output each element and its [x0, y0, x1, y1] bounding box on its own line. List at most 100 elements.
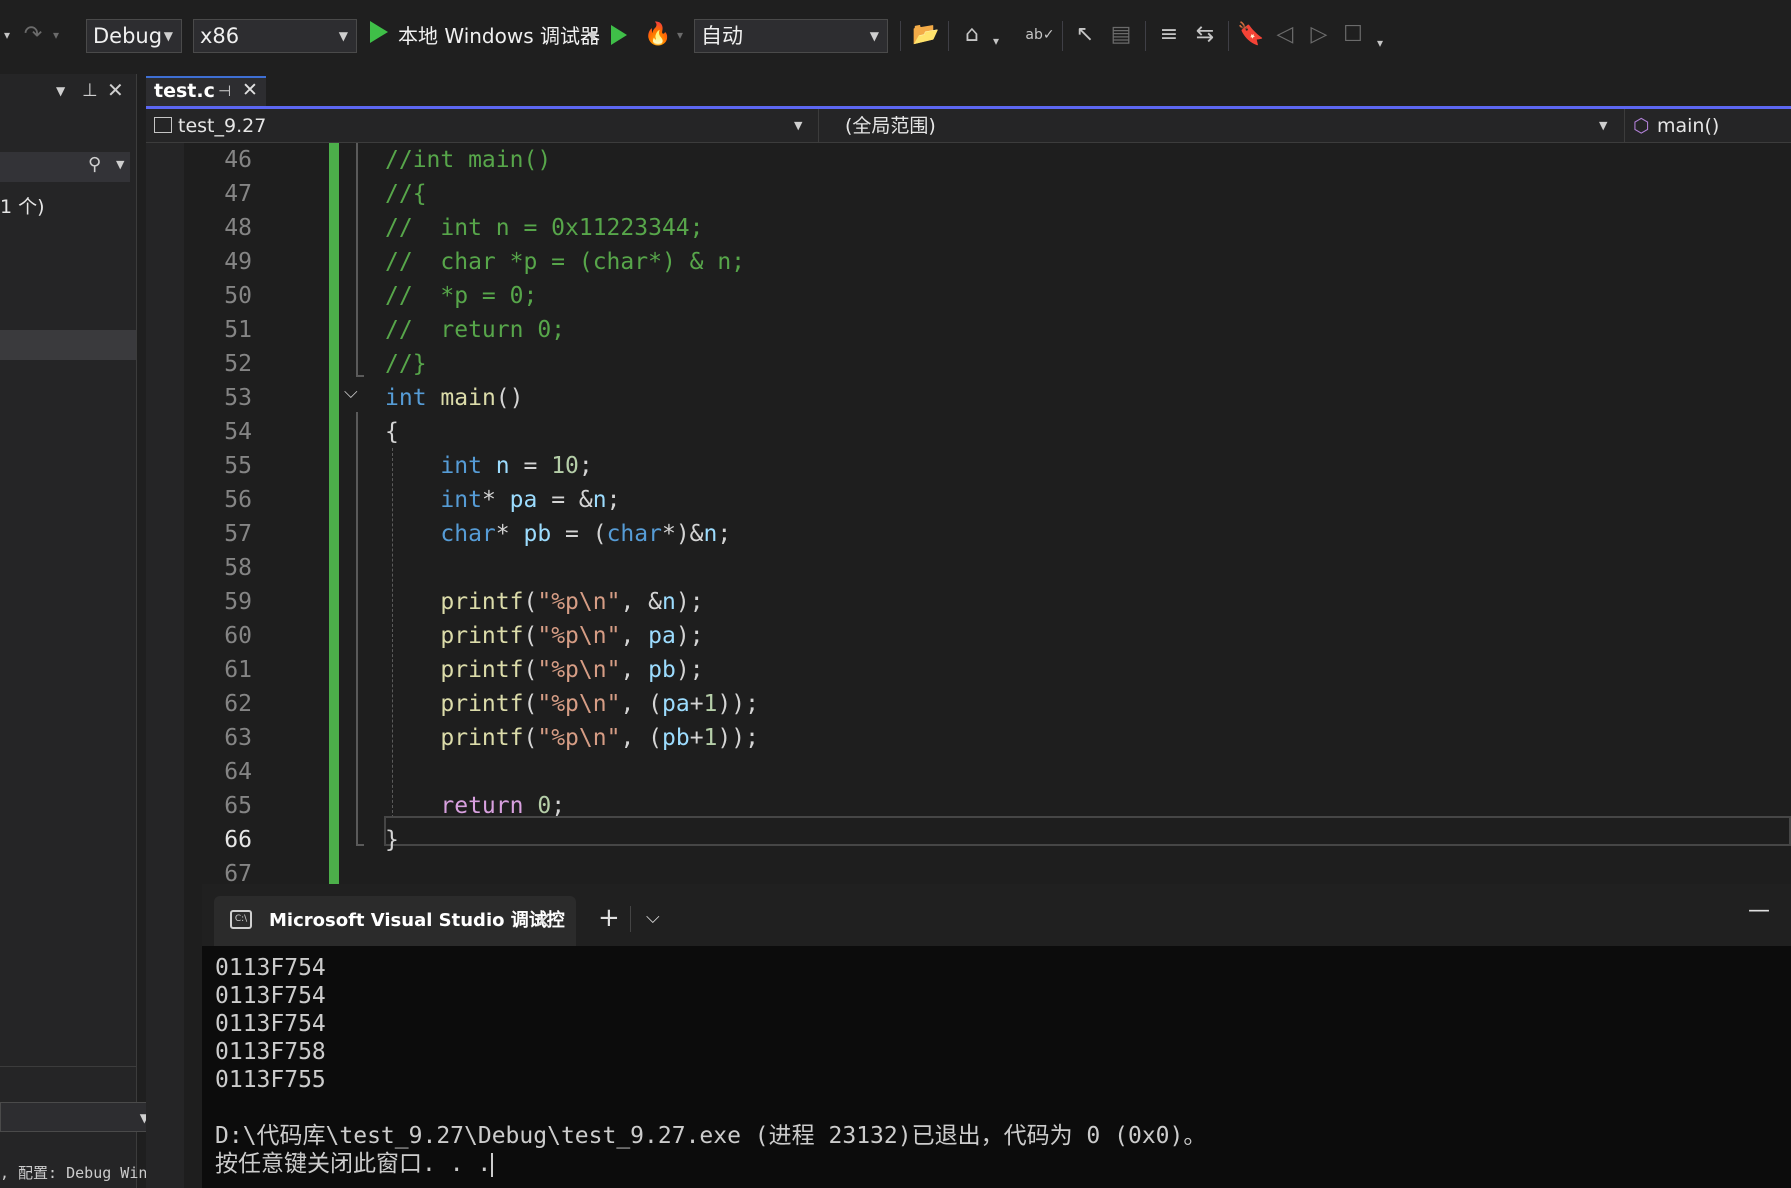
code-line-62: printf("%p\n", (pa+1)); — [440, 691, 759, 717]
console-prompt-text: 按任意键关闭此窗口. . . — [215, 1151, 492, 1177]
toolbar-separator — [948, 21, 949, 51]
token-function: printf — [440, 623, 524, 649]
toolbar-separator — [1062, 21, 1063, 51]
tab-test-c[interactable]: test.c ⊣ ✕ — [146, 76, 266, 108]
play-icon — [370, 21, 388, 43]
chevron-down-icon[interactable]: ⌵ — [646, 898, 660, 938]
code-line-46: //int main() — [385, 147, 552, 173]
member-select[interactable]: ⬡ main() — [1624, 109, 1791, 143]
run-debugger-label: 本地 Windows 调试器 — [398, 24, 600, 48]
token-number: 1 — [703, 725, 718, 751]
platform-select[interactable]: x86 ▼ — [193, 19, 357, 53]
close-icon[interactable]: ✕ — [242, 79, 258, 101]
selected-tree-row[interactable] — [0, 330, 136, 360]
panel-search-box[interactable]: ⚲ ▼ — [0, 152, 130, 182]
line-number: 60 — [224, 623, 252, 649]
document-tab-strip — [146, 74, 1791, 108]
close-icon[interactable]: ✕ — [107, 78, 124, 102]
run-debugger-button[interactable]: 本地 Windows 调试器 ▼ — [370, 18, 600, 54]
chevron-down-icon: ▼ — [794, 119, 803, 132]
find-in-files-icon[interactable]: 📂 — [911, 20, 941, 50]
code-line-66: } — [385, 827, 399, 853]
code-line-61: printf("%p\n", pb); — [440, 657, 704, 683]
line-number: 58 — [224, 555, 252, 581]
solution-config-select[interactable]: 自动 ▼ — [694, 19, 888, 53]
close-icon[interactable]: ✕ — [534, 896, 551, 946]
outdent-icon[interactable]: ⇆ — [1190, 20, 1220, 50]
line-number: 62 — [224, 691, 252, 717]
line-number: 56 — [224, 487, 252, 513]
outline-guide-comment — [356, 143, 364, 377]
tab-label: test.c — [154, 80, 215, 102]
prev-bookmark-icon[interactable]: ◁ — [1270, 20, 1300, 50]
console-tab[interactable]: C:\ Microsoft Visual Studio 调试控 ✕ — [214, 896, 576, 946]
config-select[interactable]: Debug ▼ — [86, 19, 182, 53]
undo-dropdown-icon[interactable]: ▾ — [0, 20, 14, 50]
navigation-bar: test_9.27 ▼ (全局范围) ▼ ⬡ main() — [146, 109, 1791, 143]
chevron-down-icon[interactable]: ▼ — [56, 84, 65, 98]
console-output-line: 0113F755 — [215, 1067, 326, 1093]
code-line-63: printf("%p\n", (pb+1)); — [440, 725, 759, 751]
pin-icon[interactable]: ⊣ — [218, 82, 231, 100]
token-keyword: int — [385, 385, 427, 411]
scope-select[interactable]: (全局范围) ▼ — [818, 109, 1618, 143]
select-cursor-icon[interactable]: ↖ — [1070, 20, 1100, 50]
console-divider — [630, 906, 631, 932]
properties-select[interactable]: ▼ — [0, 1102, 158, 1132]
toolbar: ▾ ↷ ▾ Debug ▼ x86 ▼ 本地 Windows 调试器 ▼ 🔥 ▾… — [0, 0, 1791, 74]
line-number: 50 — [224, 283, 252, 309]
token-function: printf — [440, 657, 524, 683]
toolbar-separator — [900, 21, 901, 51]
chevron-down-icon[interactable]: ▾ — [990, 26, 1002, 56]
indent-icon[interactable]: ≡ — [1154, 20, 1184, 50]
line-number: 46 — [224, 147, 252, 173]
token-string: "%p\n" — [537, 623, 621, 649]
token-number: 10 — [551, 453, 579, 479]
terminal-icon: C:\ — [230, 910, 252, 929]
project-select[interactable]: test_9.27 ▼ — [146, 109, 810, 143]
bookmark-icon[interactable]: 🔖 — [1236, 20, 1266, 50]
code-line-65: return 0; — [440, 793, 566, 819]
platform-value: x86 — [200, 24, 240, 48]
window-icon[interactable]: ⌂ — [957, 20, 987, 50]
project-icon — [154, 117, 172, 133]
code-line-51: // return 0; — [385, 317, 566, 343]
format-icon[interactable]: ▤ — [1106, 20, 1136, 50]
clear-bookmarks-icon[interactable]: ☐ — [1338, 20, 1368, 50]
chevron-down-icon: ▼ — [1599, 119, 1608, 132]
token-variable: n — [661, 589, 676, 615]
next-bookmark-icon[interactable]: ▷ — [1304, 20, 1334, 50]
code-line-54: { — [385, 419, 399, 445]
token-variable: n — [592, 487, 607, 513]
chevron-down-icon: ▼ — [163, 29, 173, 43]
code-line-49: // char *p = (char*) & n; — [385, 249, 746, 275]
spellcheck-icon[interactable]: ab✓ — [1025, 20, 1055, 50]
pin-icon[interactable]: ⊥ — [82, 80, 98, 101]
search-icon: ⚲ — [88, 154, 102, 175]
redo-icon[interactable]: ↷ — [20, 20, 46, 50]
play-outline-icon[interactable] — [611, 25, 627, 45]
chevron-down-icon: ▼ — [588, 29, 598, 43]
line-number: 64 — [224, 759, 252, 785]
config-value: Debug — [93, 24, 163, 48]
redo-dropdown-icon[interactable]: ▾ — [50, 20, 62, 50]
collapse-chevron-icon[interactable]: ⌵ — [344, 382, 358, 403]
code-line-47: //{ — [385, 181, 427, 207]
code-line-50: // *p = 0; — [385, 283, 538, 309]
token-variable: pa — [509, 487, 538, 513]
code-line-55: int n = 10; — [440, 453, 593, 479]
line-number: 54 — [224, 419, 252, 445]
code-line-57: char* pb = (char*)&n; — [440, 521, 732, 547]
chevron-down-icon[interactable]: ▾ — [674, 20, 686, 50]
solution-config-value: 自动 — [701, 24, 743, 48]
token-variable: pb — [523, 521, 552, 547]
console-output-line: 0113F754 — [215, 1011, 326, 1037]
line-number: 53 — [224, 385, 252, 411]
code-line-60: printf("%p\n", pa); — [440, 623, 704, 649]
chevron-down-icon[interactable]: ▾ — [1374, 28, 1386, 58]
minimize-icon[interactable]: — — [1748, 896, 1770, 926]
console-output-line: 0113F754 — [215, 955, 326, 981]
plus-icon[interactable]: + — [598, 898, 620, 938]
line-number: 55 — [224, 453, 252, 479]
hot-reload-icon[interactable]: 🔥 — [644, 20, 671, 50]
